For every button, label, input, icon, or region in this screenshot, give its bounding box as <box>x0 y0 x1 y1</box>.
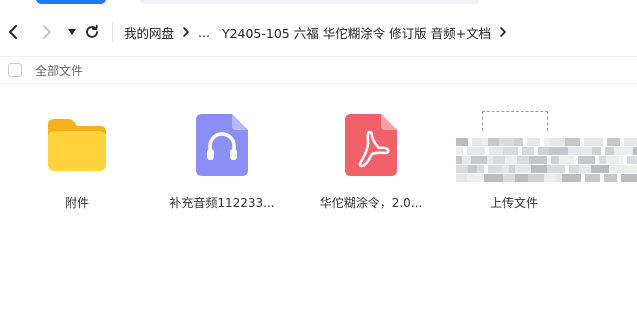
blur-pixel <box>531 165 547 173</box>
pdf-icon <box>338 110 404 180</box>
blur-pixel <box>493 156 505 164</box>
blur-pixel <box>591 165 609 173</box>
blur-pixel <box>488 165 502 173</box>
file-item-audio[interactable]: 补充音频112233... <box>162 110 282 211</box>
primary-button-edge[interactable] <box>36 0 106 4</box>
blur-pixel <box>616 165 628 173</box>
breadcrumb-separator-icon <box>182 26 190 38</box>
blur-pixel <box>456 174 467 182</box>
blur-pixel <box>607 138 620 146</box>
back-button[interactable] <box>4 22 24 42</box>
refresh-button[interactable] <box>82 22 102 42</box>
blur-pixel <box>515 165 531 173</box>
blur-pixel <box>529 156 547 164</box>
blur-pixel <box>471 156 487 164</box>
blur-pixel <box>633 147 637 155</box>
file-toolbar: 全部文件 <box>0 56 637 84</box>
blur-pixel <box>559 156 574 164</box>
blur-pixel <box>565 138 580 146</box>
blur-pixel <box>580 147 592 155</box>
blur-pixel <box>477 165 484 173</box>
blur-pixel <box>627 156 637 164</box>
file-name: 华佗糊涂令，2.0... <box>319 196 423 210</box>
select-all-checkbox[interactable] <box>8 63 22 77</box>
file-name: 补充音频112233... <box>169 196 275 210</box>
blur-pixel <box>569 165 579 173</box>
blur-pixel <box>550 138 557 146</box>
blur-pixel <box>488 138 499 146</box>
blur-pixel <box>621 174 637 182</box>
blur-pixel <box>568 147 580 155</box>
blur-pixel <box>503 147 518 155</box>
blur-pixel <box>592 147 601 155</box>
refresh-icon <box>86 24 98 38</box>
blur-pixel <box>604 174 617 182</box>
breadcrumb-ellipsis[interactable]: ... <box>198 25 210 40</box>
file-item-pdf[interactable]: 华佗糊涂令，2.0... <box>311 110 431 211</box>
blur-pixel <box>578 156 595 164</box>
blur-pixel <box>547 165 558 173</box>
blur-pixel <box>628 165 637 173</box>
blur-pixel <box>484 174 503 182</box>
breadcrumb: 我的网盘 ... Y2405-105 六福 华佗糊涂令 修订版 音频+文档 <box>124 14 515 50</box>
blur-pixel <box>544 174 556 182</box>
blur-pixel <box>462 156 471 164</box>
file-item-folder[interactable]: 附件 <box>17 110 137 211</box>
chevron-right-icon <box>43 25 51 39</box>
blur-pixel <box>527 138 540 146</box>
blur-pixel <box>605 147 614 155</box>
caret-down-icon <box>68 29 76 35</box>
upload-drop-outline <box>482 111 548 131</box>
blur-pixel <box>538 147 549 155</box>
blur-pixel <box>467 174 484 182</box>
breadcrumb-separator-icon <box>499 26 507 38</box>
breadcrumb-current[interactable]: Y2405-105 六福 华佗糊涂令 修订版 音频+文档 <box>222 23 491 42</box>
blur-pixel <box>481 138 488 146</box>
nav-divider <box>112 22 113 42</box>
blur-pixel <box>456 138 468 146</box>
blur-pixel <box>514 138 523 146</box>
blur-pixel <box>624 138 637 146</box>
blur-pixel <box>562 174 581 182</box>
blur-pixel <box>614 147 633 155</box>
blur-pixel <box>549 147 568 155</box>
blur-pixel <box>609 165 616 173</box>
select-all-label: 全部文件 <box>35 64 84 78</box>
navigation-bar: 我的网盘 ... Y2405-105 六福 华佗糊涂令 修订版 音频+文档 <box>0 14 637 50</box>
blur-pixel <box>517 156 529 164</box>
blur-pixel <box>505 156 517 164</box>
blur-pixel <box>503 174 515 182</box>
blur-pixel <box>472 138 481 146</box>
history-dropdown-button[interactable] <box>62 22 82 42</box>
blur-pixel <box>467 147 485 155</box>
forward-button[interactable] <box>36 22 56 42</box>
blur-pixel <box>522 147 534 155</box>
file-name: 附件 <box>64 196 89 210</box>
blur-pixel <box>606 156 623 164</box>
blur-pixel <box>557 138 565 146</box>
blur-pixel <box>489 147 503 155</box>
blur-pixel <box>499 138 514 146</box>
top-strip <box>0 0 637 8</box>
breadcrumb-root[interactable]: 我的网盘 <box>124 23 174 42</box>
blur-pixel <box>599 156 606 164</box>
folder-icon <box>44 110 110 180</box>
blur-pixel <box>551 156 559 164</box>
blur-pixel <box>456 147 463 155</box>
blur-pixel <box>515 174 528 182</box>
blur-pixel <box>579 165 591 173</box>
blur-pixel <box>558 165 565 173</box>
blur-pixel <box>585 174 600 182</box>
blur-pixel <box>502 165 509 173</box>
file-name: 上传文件 <box>489 196 538 210</box>
upload-placeholder-blur <box>456 138 637 188</box>
blur-pixel <box>584 138 603 146</box>
search-bar-edge[interactable] <box>140 0 480 4</box>
blur-pixel <box>456 165 468 173</box>
headphones-icon <box>189 110 255 180</box>
chevron-left-icon <box>9 25 17 39</box>
blur-pixel <box>528 174 544 182</box>
blur-pixel <box>468 165 477 173</box>
